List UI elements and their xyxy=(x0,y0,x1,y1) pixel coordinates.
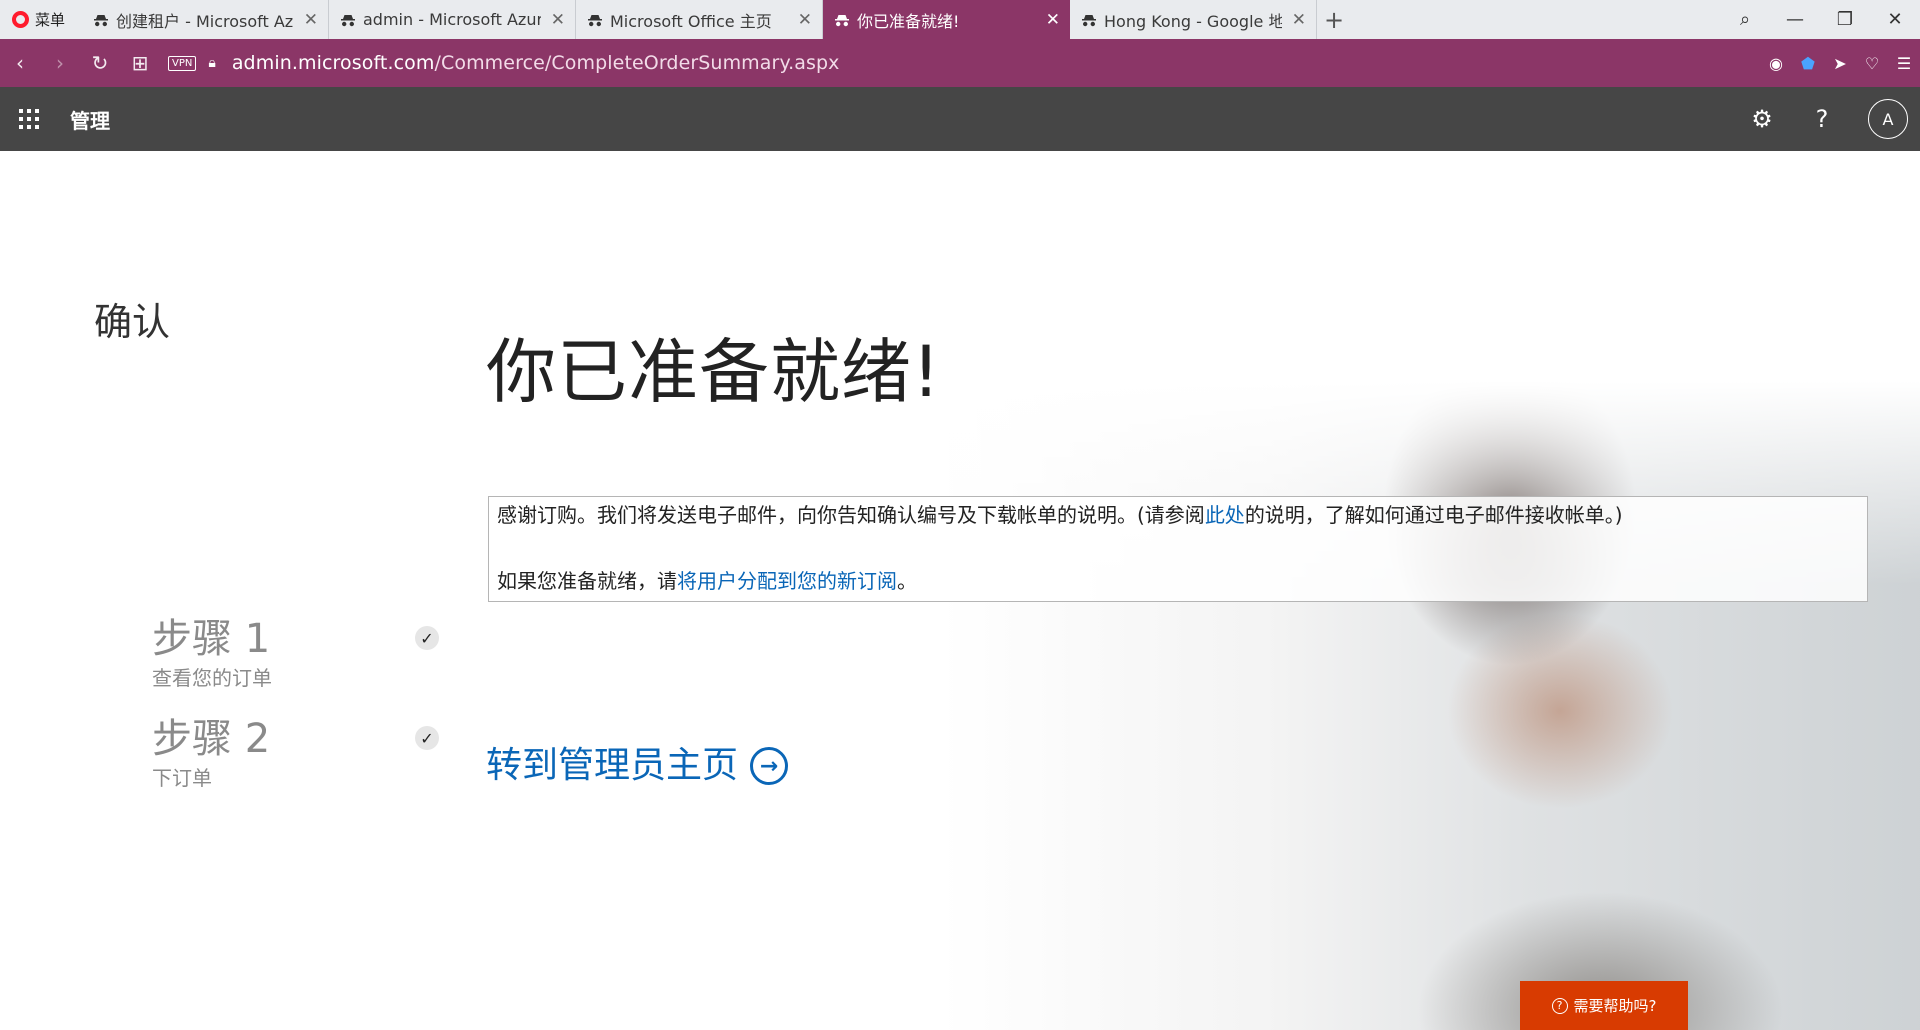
address-bar: ‹ › ↻ ⊞ VPN 🔒︎ admin.microsoft.com/Comme… xyxy=(0,39,1920,87)
private-mode-icon xyxy=(94,14,108,26)
tab-office-home[interactable]: Microsoft Office 主页 ✕ xyxy=(576,0,823,39)
close-icon[interactable]: ✕ xyxy=(1292,10,1306,30)
instructions-link[interactable]: 此处 xyxy=(1205,503,1245,527)
tab-label: Microsoft Office 主页 xyxy=(610,11,772,31)
tab-label: 你已准备就绪! xyxy=(857,11,960,31)
menu-label: 菜单 xyxy=(35,11,66,29)
tab-azure-create-tenant[interactable]: 创建租户 - Microsoft Azure ✕ xyxy=(82,0,329,39)
main-content: 确认 你已准备就绪! 感谢订购。我们将发送电子邮件，向你告知确认编号及下载帐单的… xyxy=(0,151,1920,1030)
private-mode-icon xyxy=(1082,14,1096,26)
admin-link-label: 转到管理员主页 xyxy=(486,745,739,786)
close-icon[interactable]: ✕ xyxy=(1046,10,1060,30)
step-title: 步骤 2 xyxy=(152,716,271,762)
opera-logo-icon xyxy=(12,11,29,28)
checkmark-icon: ✓ xyxy=(415,626,439,650)
message-line-1: 感谢订购。我们将发送电子邮件，向你告知确认编号及下载帐单的说明。(请参阅此处的说… xyxy=(497,503,1623,527)
help-circle-icon: ? xyxy=(1551,997,1568,1014)
easy-setup-icon[interactable]: ☰ xyxy=(1888,54,1920,73)
camera-icon[interactable]: ◉ xyxy=(1760,54,1792,73)
header-actions: ⚙ ? A xyxy=(1740,87,1908,151)
tab-azure-admin[interactable]: admin - Microsoft Azure ✕ xyxy=(329,0,576,39)
reload-icon[interactable]: ↻ xyxy=(80,51,120,75)
shield-icon[interactable]: ⬟ xyxy=(1792,54,1824,73)
tab-label: Hong Kong - Google 地图 xyxy=(1104,11,1282,31)
url-path: /Commerce/CompleteOrderSummary.aspx xyxy=(434,52,840,74)
private-mode-icon xyxy=(835,14,849,26)
close-icon[interactable]: ✕ xyxy=(798,10,812,30)
opera-menu-button[interactable]: 菜单 xyxy=(0,0,82,39)
close-window-button[interactable]: ✕ xyxy=(1870,9,1920,30)
back-icon[interactable]: ‹ xyxy=(0,51,40,75)
waffle-icon xyxy=(19,109,39,129)
step-2: 步骤 2 下订单 xyxy=(152,706,270,791)
page-title: 你已准备就绪! xyxy=(486,331,942,413)
step-subtitle: 查看您的订单 xyxy=(152,666,272,690)
app-title[interactable]: 管理 xyxy=(70,105,110,134)
step-title: 步骤 1 xyxy=(152,616,271,662)
confirmation-message: 感谢订购。我们将发送电子邮件，向你告知确认编号及下载帐单的说明。(请参阅此处的说… xyxy=(488,496,1868,602)
search-tabs-icon[interactable]: ⌕ xyxy=(1720,9,1770,30)
tab-grid-icon[interactable]: ⊞ xyxy=(120,51,160,75)
url-host: admin.microsoft.com xyxy=(231,52,435,74)
step-1: 步骤 1 查看您的订单 xyxy=(152,606,272,691)
private-mode-icon xyxy=(588,14,602,26)
avatar[interactable]: A xyxy=(1868,99,1908,139)
tab-label: 创建租户 - Microsoft Azure xyxy=(116,11,294,31)
url-field[interactable]: admin.microsoft.com/Commerce/CompleteOrd… xyxy=(232,52,840,74)
window-controls: ⌕ — ❐ ✕ xyxy=(1720,0,1920,39)
forward-icon[interactable]: › xyxy=(40,51,80,75)
send-icon[interactable]: ➤ xyxy=(1824,54,1856,73)
need-help-button[interactable]: ? 需要帮助吗? xyxy=(1520,981,1688,1030)
vpn-badge[interactable]: VPN xyxy=(168,55,197,71)
go-to-admin-home-link[interactable]: 转到管理员主页 → xyxy=(486,736,789,788)
gear-icon[interactable]: ⚙ xyxy=(1740,105,1784,133)
help-icon[interactable]: ? xyxy=(1800,105,1844,133)
tab-ready-active[interactable]: 你已准备就绪! ✕ xyxy=(823,0,1070,39)
new-tab-button[interactable]: + xyxy=(1317,0,1351,39)
app-header: 管理 ⚙ ? A xyxy=(0,87,1920,151)
tab-google-maps[interactable]: Hong Kong - Google 地图 ✕ xyxy=(1070,0,1317,39)
tab-bar: 菜单 创建租户 - Microsoft Azure ✕ admin - Micr… xyxy=(0,0,1920,39)
minimize-button[interactable]: — xyxy=(1770,9,1820,30)
close-icon[interactable]: ✕ xyxy=(304,10,318,30)
assign-users-link[interactable]: 将用户分配到您的新订阅 xyxy=(677,569,897,593)
lock-icon[interactable]: 🔒︎ xyxy=(208,55,215,71)
message-line-2: 如果您准备就绪，请将用户分配到您的新订阅。 xyxy=(497,569,917,593)
address-bar-actions: ◉ ⬟ ➤ ♡ ☰ xyxy=(1760,39,1920,87)
restore-button[interactable]: ❐ xyxy=(1820,9,1870,30)
tab-label: admin - Microsoft Azure xyxy=(363,10,541,29)
help-button-label: 需要帮助吗? xyxy=(1573,997,1657,1015)
checkmark-icon: ✓ xyxy=(415,726,439,750)
step-subtitle: 下订单 xyxy=(152,766,212,790)
heart-icon[interactable]: ♡ xyxy=(1856,54,1888,73)
arrow-right-icon: → xyxy=(750,747,789,785)
close-icon[interactable]: ✕ xyxy=(551,10,565,30)
app-launcher-button[interactable] xyxy=(0,87,58,151)
private-mode-icon xyxy=(341,14,355,26)
sidebar-title: 确认 xyxy=(94,300,171,344)
